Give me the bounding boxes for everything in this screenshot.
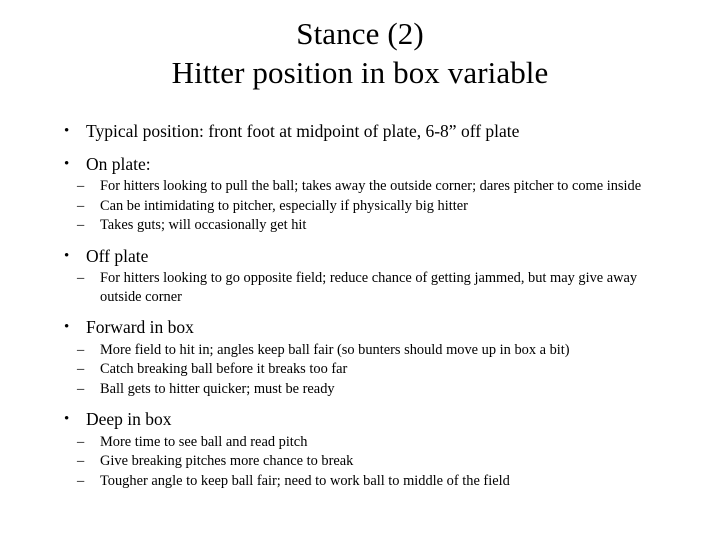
bullet-level-1: • Deep in box xyxy=(56,408,668,431)
bullet-text: Deep in box xyxy=(86,409,172,429)
sub-bullet-marker-icon: – xyxy=(77,453,85,469)
bullet-marker-icon: • xyxy=(64,247,70,264)
bullet-marker-icon: • xyxy=(64,411,70,427)
bullet-level-2: – Catch breaking ball before it breaks to… xyxy=(71,360,668,379)
bullet-marker-icon: • xyxy=(64,123,70,139)
bullet-level-1: • Forward in box xyxy=(56,316,668,339)
bullet-sublist: – For hitters looking to go opposite fiel… xyxy=(56,269,668,306)
sub-bullet-marker-icon: – xyxy=(77,380,85,397)
bullet-sublist: – For hitters looking to pull the ball; t… xyxy=(56,177,668,235)
bullet-text: Off plate xyxy=(86,245,149,266)
bullet-marker-icon: • xyxy=(64,319,70,335)
sub-bullet-marker-icon: – xyxy=(77,472,85,489)
bullet-text: Forward in box xyxy=(86,317,194,337)
bullet-level-2: – Can be intimidating to pitcher, especia… xyxy=(71,197,668,216)
sub-bullet-marker-icon: – xyxy=(77,217,85,233)
bullet-level-2: – Ball gets to hitter quicker; must be re… xyxy=(71,380,668,399)
bullet-level-1: • Off plate xyxy=(56,245,668,268)
sub-bullet-text: More time to see ball and read pitch xyxy=(100,433,308,450)
sub-bullet-marker-icon: – xyxy=(77,270,85,286)
slide-title-line-1: Stance (2) xyxy=(296,16,424,51)
bullet-level-2: – For hitters looking to pull the ball; t… xyxy=(71,177,668,196)
bullet-sublist: – More field to hit in; angles keep ball … xyxy=(56,341,668,399)
sub-bullet-marker-icon: – xyxy=(77,341,85,358)
bullet-text: On plate: xyxy=(86,153,151,174)
sub-bullet-text: Give breaking pitches more chance to bre… xyxy=(100,453,354,469)
bullet-text: Typical position: front foot at midpoint… xyxy=(86,121,520,141)
sub-bullet-text: Can be intimidating to pitcher, especial… xyxy=(100,197,468,214)
bullet-level-2: – Give breaking pitches more chance to br… xyxy=(71,452,668,471)
sub-bullet-marker-icon: – xyxy=(77,433,85,450)
slide-title: Stance (2) Hitter position in box variab… xyxy=(0,14,720,92)
sub-bullet-text: For hitters looking to go opposite field… xyxy=(100,270,638,305)
bullet-outline: • Typical position: front foot at midpoin… xyxy=(56,120,668,490)
bullet-level-2: – For hitters looking to go opposite fiel… xyxy=(71,269,668,306)
bullet-level-2: – Tougher angle to keep ball fair; need t… xyxy=(71,472,668,491)
slide-title-line-2: Hitter position in box variable xyxy=(171,55,549,90)
bullet-level-2: – More field to hit in; angles keep ball … xyxy=(71,341,668,360)
bullet-sublist: – More time to see ball and read pitch – Gi… xyxy=(56,433,668,491)
bullet-level-1: • Typical position: front foot at midpoin… xyxy=(56,120,668,143)
slide-body: • Typical position: front foot at midpoin… xyxy=(56,120,668,490)
sub-bullet-marker-icon: – xyxy=(77,361,85,377)
sub-bullet-text: Ball gets to hitter quicker; must be rea… xyxy=(100,380,335,397)
presentation-slide: Stance (2) Hitter position in box variab… xyxy=(0,0,720,540)
sub-bullet-text: Tougher angle to keep ball fair; need to… xyxy=(100,472,510,489)
bullet-marker-icon: • xyxy=(64,155,70,172)
sub-bullet-marker-icon: – xyxy=(77,197,85,214)
sub-bullet-text: For hitters looking to pull the ball; ta… xyxy=(100,178,642,194)
bullet-level-2: – More time to see ball and read pitch xyxy=(71,433,668,452)
sub-bullet-marker-icon: – xyxy=(77,178,85,194)
bullet-level-1: • On plate: xyxy=(56,153,668,176)
sub-bullet-text: Catch breaking ball before it breaks too… xyxy=(100,361,348,377)
sub-bullet-text: Takes guts; will occasionally get hit xyxy=(100,217,307,233)
bullet-level-2: – Takes guts; will occasionally get hit xyxy=(71,216,668,235)
sub-bullet-text: More field to hit in; angles keep ball f… xyxy=(100,341,570,358)
